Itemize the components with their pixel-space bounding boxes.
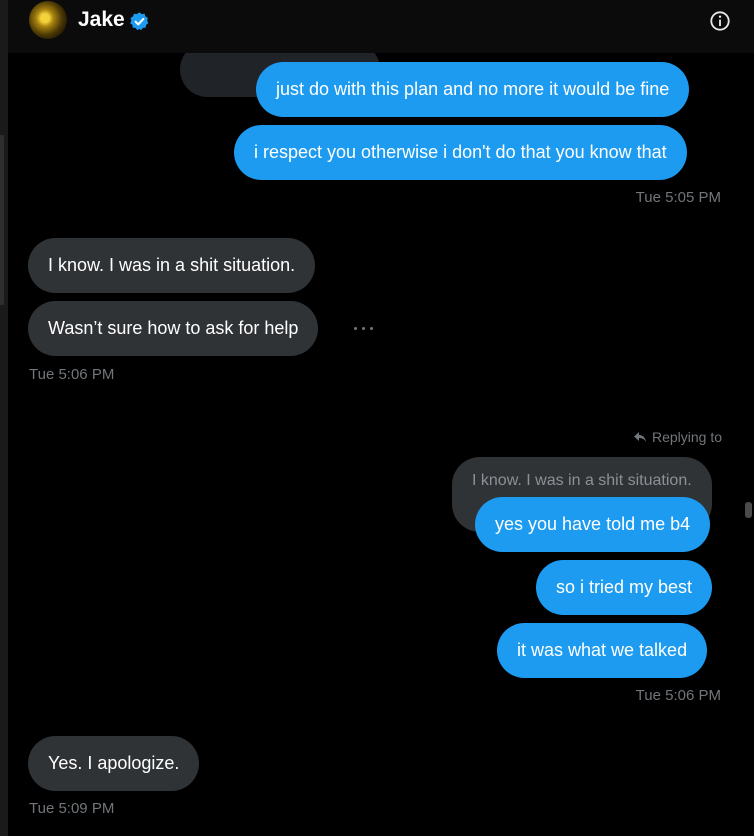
contact-name[interactable]: Jake: [78, 8, 125, 32]
replying-to-text: Replying to: [651, 429, 722, 445]
message-timestamp: Tue 5:06 PM: [635, 687, 721, 704]
left-scrollbar[interactable]: [0, 135, 4, 305]
replying-to-label: Replying to: [633, 429, 722, 445]
message-timestamp: Tue 5:05 PM: [635, 189, 721, 206]
message-bubble-outgoing[interactable]: yes you have told me b4: [475, 497, 711, 552]
avatar[interactable]: [29, 1, 67, 39]
message-timestamp: Tue 5:06 PM: [29, 366, 115, 383]
info-icon[interactable]: [709, 10, 731, 32]
message-bubble-outgoing[interactable]: it was what we talked: [497, 623, 708, 678]
reply-arrow-icon: [633, 432, 646, 442]
conversation-header: Jake: [8, 0, 754, 53]
message-bubble-outgoing[interactable]: just do with this plan and no more it wo…: [256, 62, 690, 117]
more-options-icon[interactable]: [352, 319, 376, 337]
verified-badge-icon: [130, 12, 149, 31]
message-bubble-incoming[interactable]: I know. I was in a shit situation.: [28, 238, 316, 293]
message-bubble-incoming[interactable]: Yes. I apologize.: [28, 736, 200, 791]
message-bubble-outgoing[interactable]: so i tried my best: [536, 560, 713, 615]
left-panel-edge: [0, 0, 8, 836]
scrollbar-thumb[interactable]: [745, 502, 752, 518]
message-bubble-incoming[interactable]: Wasn’t sure how to ask for help: [28, 301, 319, 356]
message-bubble-outgoing[interactable]: i respect you otherwise i don't do that …: [234, 125, 687, 180]
message-timestamp: Tue 5:09 PM: [29, 800, 115, 817]
